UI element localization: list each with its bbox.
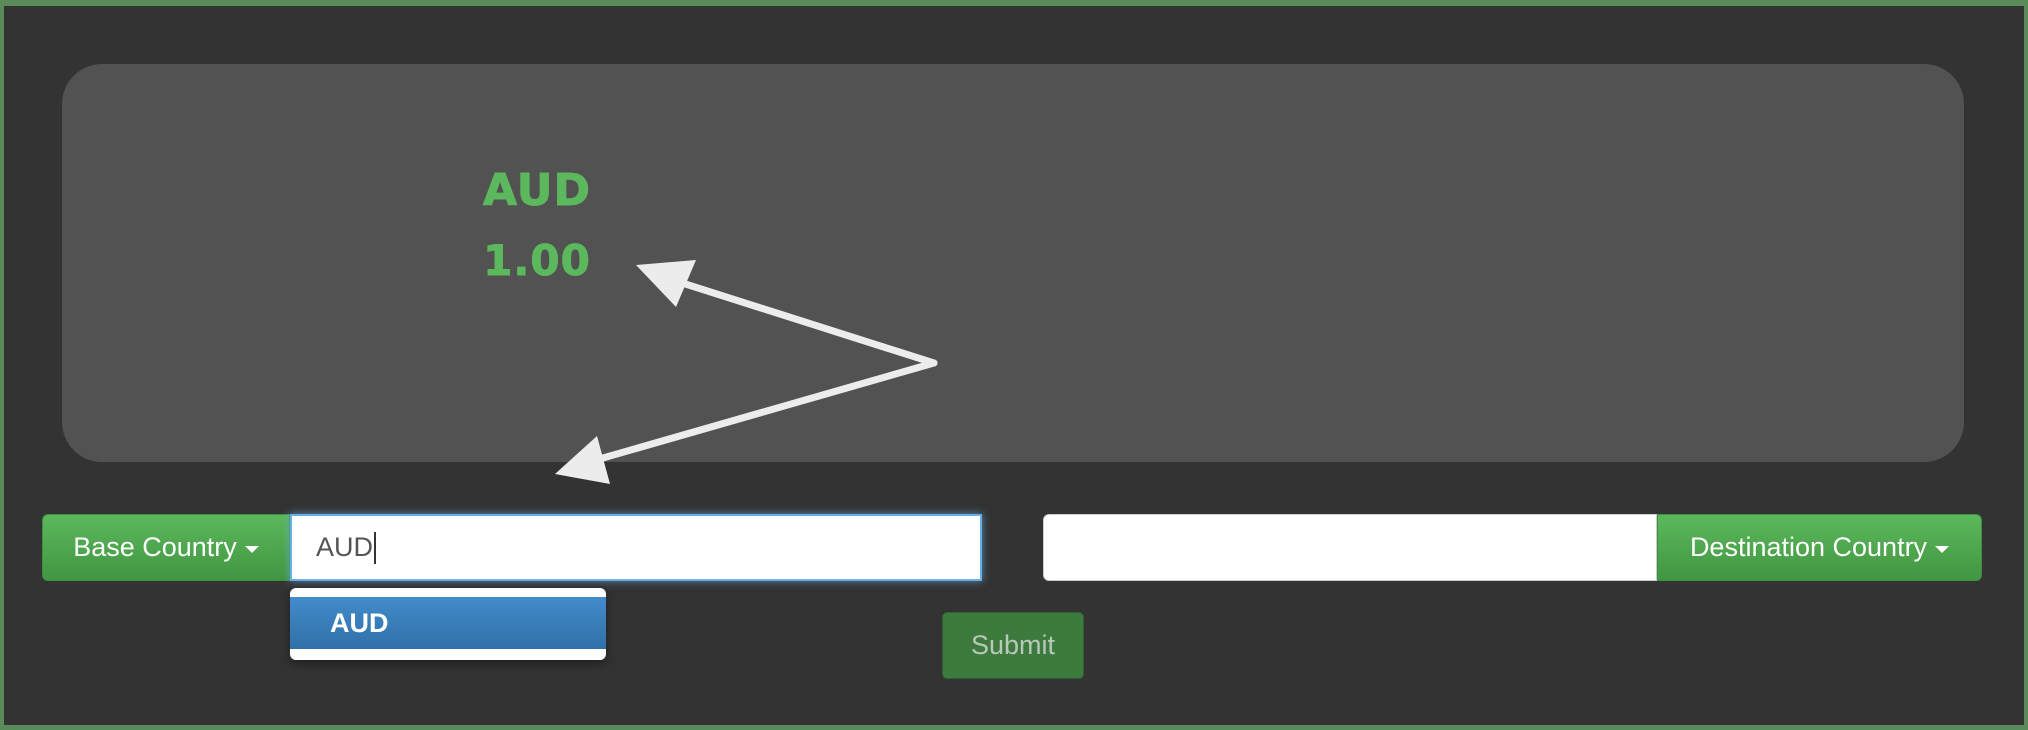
submit-button[interactable]: Submit bbox=[942, 612, 1084, 679]
currency-code-display: AUD bbox=[483, 165, 591, 217]
caret-down-icon bbox=[1935, 545, 1950, 553]
currency-value-display: 1.00 bbox=[483, 236, 591, 286]
currency-display-panel bbox=[62, 64, 1964, 462]
base-currency-suggestions: AUD bbox=[290, 588, 606, 660]
suggestion-item-aud[interactable]: AUD bbox=[290, 597, 606, 649]
destination-country-label: Destination Country bbox=[1689, 532, 1928, 562]
base-currency-input-value: AUD bbox=[316, 532, 374, 562]
base-currency-input[interactable]: AUD bbox=[290, 514, 982, 581]
base-country-label: Base Country bbox=[73, 532, 237, 562]
base-country-dropdown-button[interactable]: Base Country bbox=[42, 514, 290, 581]
destination-currency-input[interactable] bbox=[1043, 514, 1657, 581]
text-cursor bbox=[374, 531, 377, 564]
caret-down-icon bbox=[244, 545, 259, 553]
destination-country-dropdown-button[interactable]: Destination Country bbox=[1657, 514, 1982, 581]
